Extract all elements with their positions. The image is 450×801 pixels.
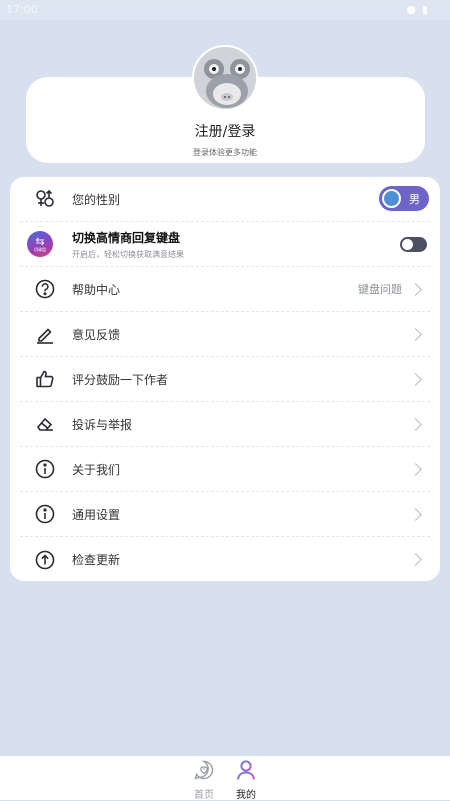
about-row[interactable]: 关于我们 — [20, 447, 430, 492]
chevron-right-icon — [409, 327, 422, 341]
feedback-label: 意见反馈 — [72, 327, 121, 342]
login-subtitle: 登录体验更多功能 — [193, 148, 257, 157]
login-title[interactable]: 注册/登录 — [0, 121, 450, 141]
nav-mine[interactable]: 我的 — [226, 759, 266, 801]
keyboard-switch-desc: 开启后，轻松切换获取满意结果 — [72, 250, 184, 259]
eraser-icon — [34, 413, 56, 435]
check-update-label: 检查更新 — [72, 553, 121, 567]
edit-icon — [34, 323, 56, 345]
status-time: 17:00 — [6, 3, 38, 16]
chevron-right-icon — [409, 372, 422, 386]
gender-selector[interactable]: 男 — [379, 186, 429, 211]
upload-icon — [34, 549, 56, 571]
keyboard-switch-icon: ⇆ 切键盘 — [27, 231, 53, 257]
avatar[interactable] — [192, 45, 258, 111]
chevron-right-icon — [409, 462, 422, 476]
report-row[interactable]: 投诉与举报 — [20, 402, 430, 447]
about-label: 关于我们 — [72, 462, 121, 477]
gender-icon — [34, 188, 56, 210]
keyboard-switch-row[interactable]: ⇆ 切键盘 切换高情商回复键盘 开启后，轻松切换获取满意结果 — [20, 222, 430, 267]
menu-card: 您的性别 男 ⇆ 切键盘 切换高情商回复键盘 开启后，轻松切换获取满意结果 帮助… — [10, 177, 440, 581]
gender-avatar-icon — [382, 189, 401, 208]
gender-row[interactable]: 您的性别 男 — [20, 177, 430, 222]
chevron-right-icon — [409, 417, 422, 431]
help-center-row[interactable]: 帮助中心 键盘问题 — [20, 267, 430, 312]
gender-label: 您的性别 — [72, 192, 121, 207]
nav-home[interactable]: 首页 — [184, 759, 224, 801]
rate-label: 评分鼓励一下作者 — [72, 372, 169, 387]
nav-mine-label: 我的 — [236, 790, 256, 801]
keyboard-switch-title: 切换高情商回复键盘 — [72, 231, 181, 245]
rate-row[interactable]: 评分鼓励一下作者 — [20, 357, 430, 402]
info-icon — [34, 458, 56, 480]
person-icon — [237, 760, 255, 780]
report-label: 投诉与举报 — [72, 417, 133, 432]
battery-icon: ▮ — [421, 3, 428, 16]
help-center-label: 帮助中心 — [72, 282, 121, 297]
nav-home-label: 首页 — [194, 790, 214, 801]
keyboard-switch-text: 切换高情商回复键盘 开启后，轻松切换获取满意结果 — [72, 229, 184, 260]
chevron-right-icon — [409, 282, 422, 296]
chat-heart-icon — [194, 760, 214, 780]
bottom-nav: 首页 我的 — [0, 756, 450, 801]
gender-value: 男 — [409, 192, 420, 206]
settings-row[interactable]: 通用设置 — [20, 492, 430, 537]
feedback-row[interactable]: 意见反馈 — [20, 312, 430, 357]
chevron-right-icon — [409, 507, 422, 521]
chevron-right-icon — [409, 553, 422, 566]
toggle-knob — [402, 238, 413, 250]
status-icons: ● ▮ — [406, 3, 428, 16]
thumbs-up-icon — [34, 368, 56, 390]
help-center-value: 键盘问题 — [358, 283, 402, 296]
settings-label: 通用设置 — [72, 507, 121, 522]
help-circle-icon — [34, 278, 56, 300]
wifi-icon: ● — [406, 3, 416, 16]
status-bar: 17:00 ● ▮ — [0, 0, 450, 20]
check-update-row[interactable]: 检查更新 — [20, 537, 430, 582]
info-icon — [34, 503, 56, 525]
keyboard-switch-toggle[interactable] — [400, 236, 427, 252]
